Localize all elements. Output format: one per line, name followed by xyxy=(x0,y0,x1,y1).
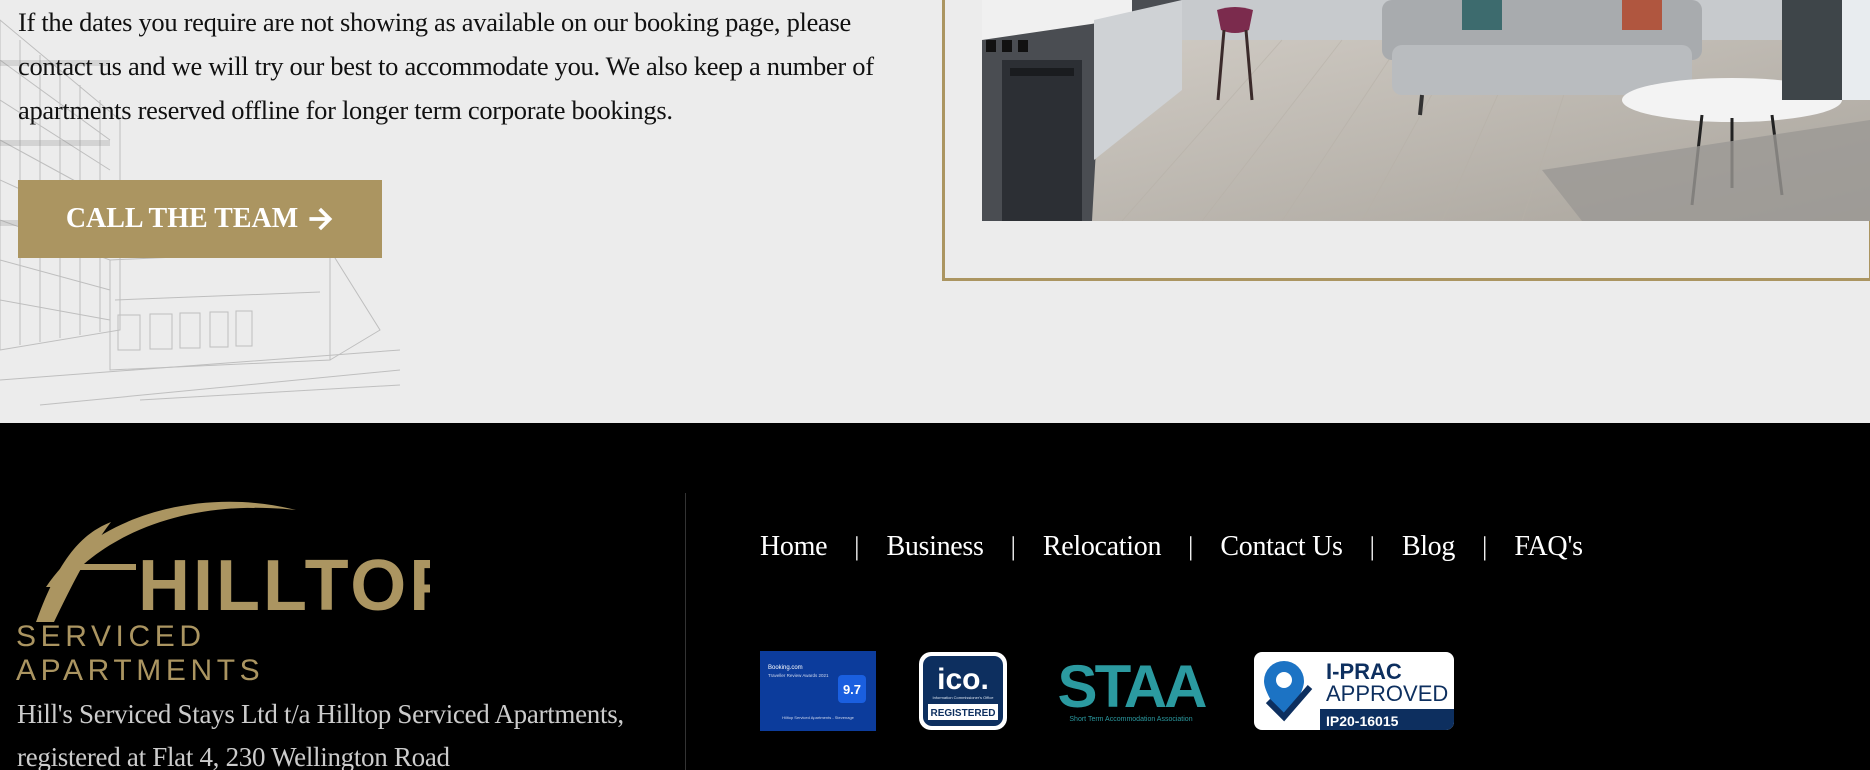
logo-wordmark: HILLTOP xyxy=(138,546,430,626)
svg-text:Information Commissioner's Off: Information Commissioner's Office xyxy=(933,695,995,700)
svg-text:STAA: STAA xyxy=(1058,655,1207,720)
footer-nav-relocation[interactable]: Relocation xyxy=(1043,531,1162,563)
svg-text:Booking.com: Booking.com xyxy=(768,665,803,671)
nav-separator: | xyxy=(1188,532,1194,561)
arrow-right-icon xyxy=(309,207,333,231)
call-the-team-button[interactable]: CALL THE TEAM xyxy=(18,180,382,258)
footer-nav-blog[interactable]: Blog xyxy=(1402,531,1456,563)
call-the-team-label: CALL THE TEAM xyxy=(65,203,299,234)
svg-text:Hilltop Serviced Apartments -: Hilltop Serviced Apartments - Stevenage xyxy=(782,715,855,720)
footer-nav-faqs[interactable]: FAQ's xyxy=(1514,531,1583,563)
booking-award-badge[interactable]: Booking.com Traveller Review Awards 2021… xyxy=(760,651,876,731)
ico-registered-badge[interactable]: ico. Information Commissioner's Office R… xyxy=(918,651,1008,731)
company-registration-text: Hill's Serviced Stays Ltd t/a Hilltop Se… xyxy=(17,699,624,770)
footer-nav: Home | Business | Relocation | Contact U… xyxy=(760,531,1583,563)
svg-text:9.7: 9.7 xyxy=(843,682,861,697)
content-section: If the dates you require are not showing… xyxy=(0,0,1870,423)
site-footer: HILLTOP SERVICED APARTMENTS Hill's Servi… xyxy=(0,423,1870,770)
logo-tagline: SERVICED APARTMENTS xyxy=(16,620,265,687)
svg-text:Traveller Review Awards 2021: Traveller Review Awards 2021 xyxy=(768,673,829,678)
svg-text:REGISTERED: REGISTERED xyxy=(930,708,995,719)
nav-separator: | xyxy=(1369,532,1375,561)
nav-separator: | xyxy=(854,532,860,561)
footer-nav-contact-us[interactable]: Contact Us xyxy=(1220,531,1343,563)
svg-text:APPROVED: APPROVED xyxy=(1326,681,1448,706)
nav-separator: | xyxy=(1482,532,1488,561)
booking-info-text: If the dates you require are not showing… xyxy=(18,7,874,125)
svg-text:Short Term Accommodation Assoc: Short Term Accommodation Association xyxy=(1069,716,1192,723)
nav-separator: | xyxy=(1010,532,1016,561)
iprac-approved-badge[interactable]: I-PRAC APPROVED IP20-16015 xyxy=(1254,651,1456,731)
footer-nav-home[interactable]: Home xyxy=(760,531,828,563)
svg-text:IP20-16015: IP20-16015 xyxy=(1326,713,1399,729)
staa-member-badge[interactable]: STAA Short Term Accommodation Associatio… xyxy=(1050,655,1212,725)
svg-text:ico.: ico. xyxy=(937,663,989,696)
footer-nav-business[interactable]: Business xyxy=(886,531,983,563)
apartment-photo xyxy=(982,0,1870,221)
footer-divider xyxy=(685,493,686,770)
